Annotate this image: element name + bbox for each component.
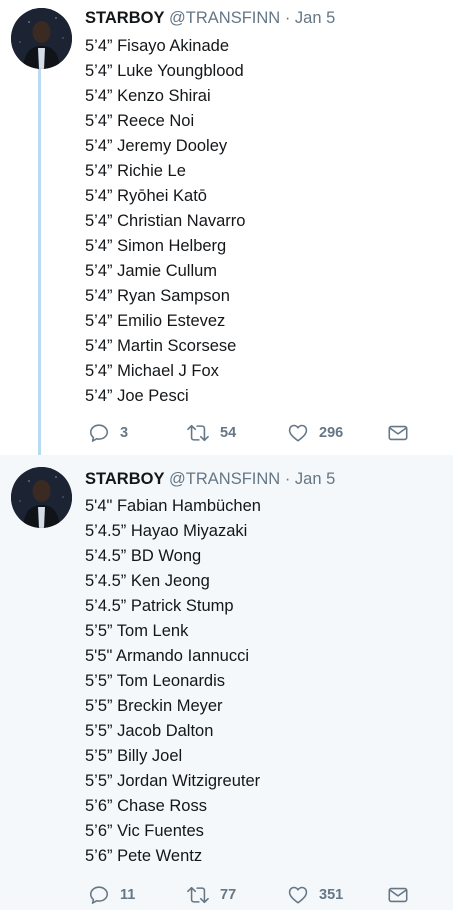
envelope-icon [388,887,408,903]
tweet-text-line: 5’4.5” Ken Jeong [85,572,210,590]
tweet-text-line: 5’4.5” BD Wong [85,547,202,565]
reply-button[interactable]: 11 [88,883,135,907]
tweet-text-line: 5’4” Christian Navarro [85,212,246,230]
reply-button[interactable]: 3 [88,421,128,445]
tweet-text-line: 5’6” Chase Ross [85,797,207,815]
like-count: 351 [319,887,344,903]
author-handle[interactable]: @TRANSFINN [169,470,280,488]
tweet-text-line: 5’4” Luke Youngblood [85,62,244,80]
tweet-text-line: 5’4” Kenzo Shirai [85,87,211,105]
retweet-count: 77 [220,887,237,903]
direct-message-button[interactable] [387,883,409,907]
tweet-text-line: 5'4" Fabian Hambüchen [85,497,261,515]
avatar[interactable] [11,8,72,69]
retweet-icon [187,424,209,442]
tweet-text-line: 5’4” Joe Pesci [85,387,189,405]
tweet-text-line: 5’5” Tom Lenk [85,622,189,640]
tweet-date[interactable]: Jan 5 [295,470,335,488]
avatar[interactable] [11,467,72,528]
heart-icon [288,424,308,442]
tweet-text: 5'4" Fabian Hambüchen 5’4.5” Hayao Miyaz… [85,494,261,869]
tweet-text-line: 5’4” Fisayo Akinade [85,37,229,55]
like-count: 296 [319,425,344,441]
tweet-text-line: 5’4.5” Hayao Miyazaki [85,522,248,540]
avatar-image [11,467,72,528]
tweet-date[interactable]: Jan 5 [295,9,335,27]
tweet-actions: 3 54 296 [88,421,418,445]
reply-icon [89,424,109,442]
like-button[interactable]: 296 [287,421,343,445]
tweet-text-line: 5’4.5” Patrick Stump [85,597,234,615]
tweet-text-line: 5’5” Billy Joel [85,747,183,765]
like-button[interactable]: 351 [287,883,343,907]
tweet[interactable]: STARBOY @TRANSFINN · Jan 5 5’4” Fisayo A… [0,0,453,462]
tweet-text-line: 5’4” Jamie Cullum [85,262,218,280]
tweet-text-line: 5'5" Armando Iannucci [85,647,250,665]
reply-icon [89,886,109,904]
tweet-text: 5’4” Fisayo Akinade 5’4” Luke Youngblood… [85,34,245,409]
tweet-header: STARBOY @TRANSFINN · Jan 5 [85,8,335,28]
retweet-button[interactable]: 77 [186,883,236,907]
tweet-text-line: 5’5” Breckin Meyer [85,697,223,715]
tweet-text-line: 5’5” Tom Leonardis [85,672,226,690]
reply-count: 3 [120,425,129,441]
retweet-icon [187,886,209,904]
tweet-text-line: 5’4” Richie Le [85,162,186,180]
tweet-text-line: 5’4” Ryōhei Katō [85,187,207,205]
tweet-text-line: 5’4” Martin Scorsese [85,337,237,355]
tweet-text-line: 5’4” Michael J Fox [85,362,219,380]
author-name[interactable]: STARBOY [85,9,164,27]
tweet-text-line: 5’6” Pete Wentz [85,847,203,865]
reply-count: 11 [120,887,136,903]
separator-dot: · [284,9,291,27]
tweet-text-line: 5’4” Ryan Sampson [85,287,230,305]
retweet-button[interactable]: 54 [186,421,236,445]
envelope-icon [388,425,408,441]
tweet-text-line: 5’4” Emilio Estevez [85,312,226,330]
separator-dot: · [284,470,291,488]
tweet-text-line: 5’4” Jeremy Dooley [85,137,228,155]
tweet-text-line: 5’4” Reece Noi [85,112,195,130]
tweet-text-line: 5’5” Jordan Witzigreuter [85,772,261,790]
tweet-text-line: 5’5” Jacob Dalton [85,722,214,740]
tweet-header: STARBOY @TRANSFINN · Jan 5 [85,469,335,489]
retweet-count: 54 [220,425,237,441]
tweet[interactable]: STARBOY @TRANSFINN · Jan 5 5'4" Fabian H… [0,455,453,910]
tweet-text-line: 5’4” Simon Helberg [85,237,227,255]
tweet-actions: 11 77 351 [88,883,418,907]
thread-connector-line [38,62,41,462]
avatar-image [11,8,72,69]
tweet-text-line: 5’6” Vic Fuentes [85,822,204,840]
author-handle[interactable]: @TRANSFINN [169,9,280,27]
heart-icon [288,886,308,904]
author-name[interactable]: STARBOY [85,470,164,488]
direct-message-button[interactable] [387,421,409,445]
